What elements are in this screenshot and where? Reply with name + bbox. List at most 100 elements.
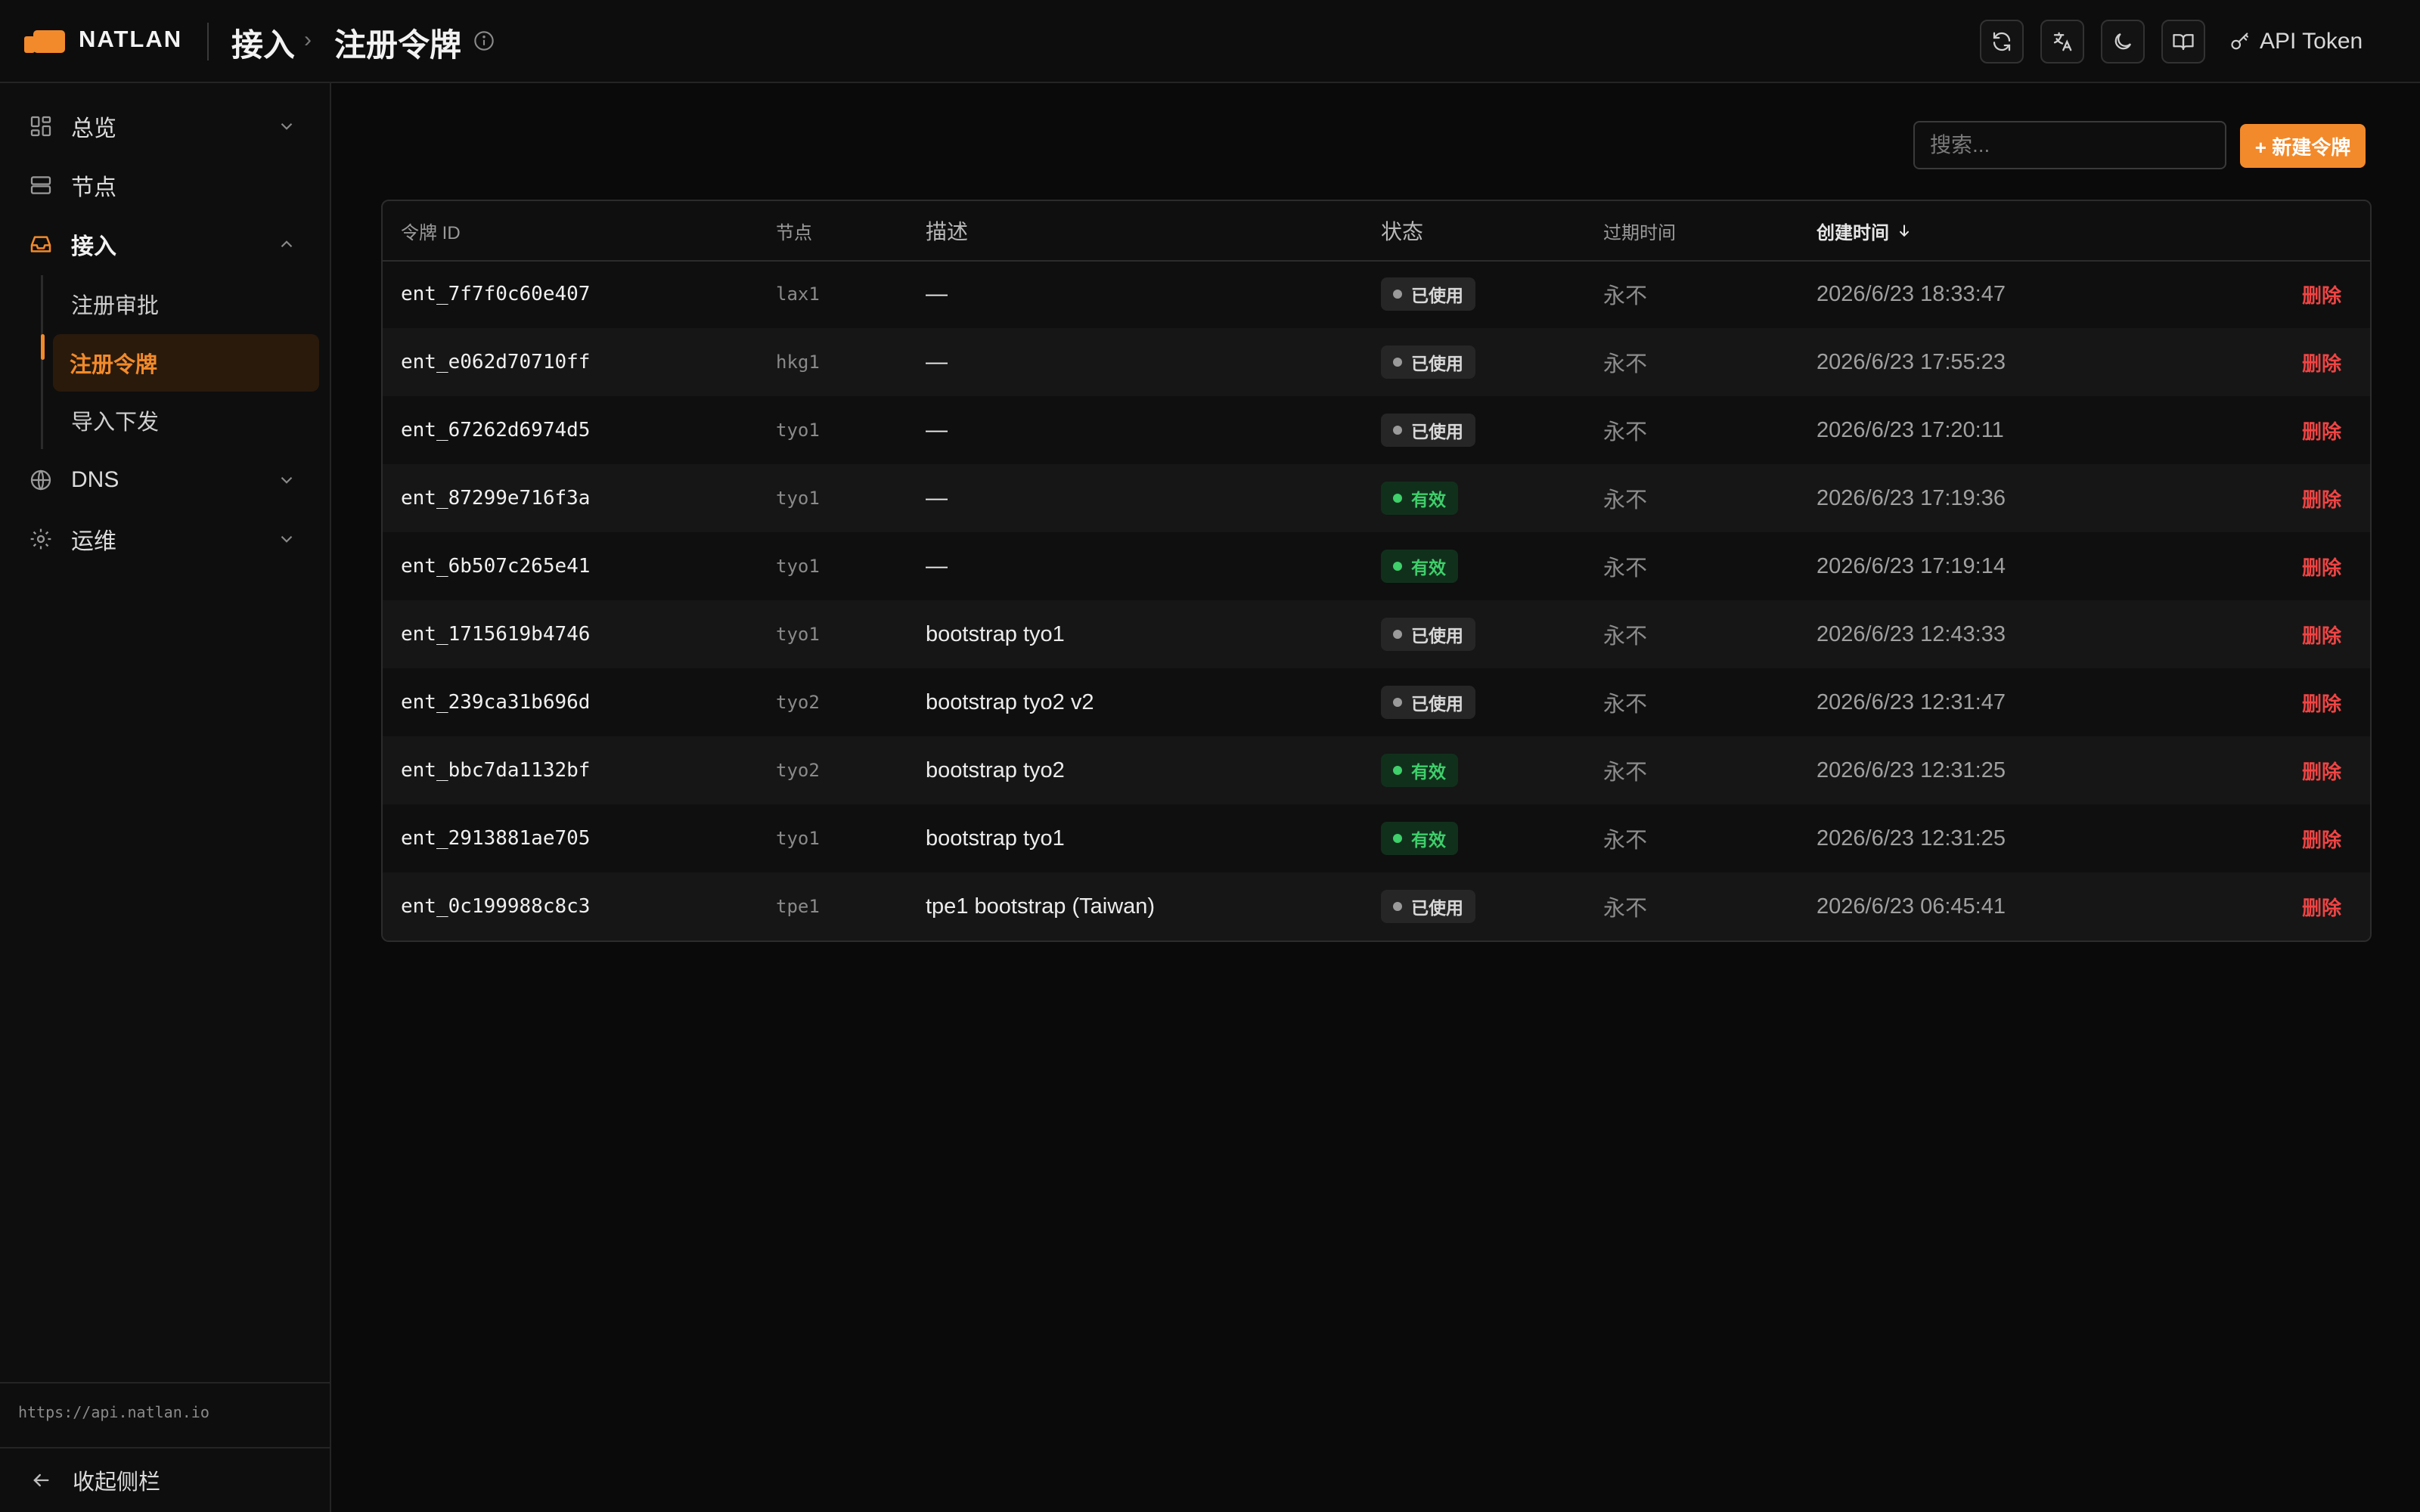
status-dot-icon — [1393, 494, 1402, 503]
created-at: 2026/6/23 06:45:41 — [1817, 894, 2006, 919]
expires-at: 永不 — [1603, 761, 1648, 785]
docs-button[interactable] — [2161, 20, 2205, 64]
key-icon — [2231, 33, 2248, 50]
token-description: — — [926, 485, 948, 510]
language-button[interactable] — [2040, 20, 2084, 64]
moon-icon — [2114, 33, 2132, 50]
node-name: tyo2 — [776, 692, 820, 713]
sidebar-item-label: 总览 — [71, 116, 116, 141]
table-row[interactable]: ent_0c199988c8c3 tpe1 tpe1 bootstrap (Taiw… — [383, 872, 2370, 940]
translate-icon — [2053, 32, 2072, 51]
token-id: ent_6b507c265e41 — [401, 555, 591, 578]
column-header-description: 描述 — [926, 220, 969, 243]
collapse-sidebar-button[interactable]: 收起侧栏 — [0, 1447, 330, 1512]
status-badge: 已使用 — [1381, 277, 1475, 311]
status-badge: 有效 — [1381, 754, 1458, 787]
table-row[interactable]: ent_bbc7da1132bf tyo2 bootstrap tyo2 有效 永不 20… — [383, 736, 2370, 804]
delete-button[interactable]: 删除 — [2302, 668, 2341, 736]
status-dot-icon — [1393, 766, 1402, 775]
status-label: 有效 — [1411, 762, 1446, 782]
delete-button[interactable]: 删除 — [2302, 328, 2341, 396]
column-header-node: 节点 — [776, 222, 812, 243]
table-row[interactable]: ent_1715619b4746 tyo1 bootstrap tyo1 已使用 永不 2… — [383, 600, 2370, 668]
sidebar-subitem-registration-review[interactable]: 注册审批 — [54, 275, 319, 333]
status-label: 已使用 — [1411, 694, 1463, 714]
delete-button[interactable]: 删除 — [2302, 532, 2341, 600]
status-label: 有效 — [1411, 490, 1446, 510]
api-token-button[interactable]: API Token — [2229, 23, 2363, 60]
submenu-guide-line — [41, 275, 43, 449]
token-id: ent_67262d6974d5 — [401, 419, 591, 442]
status-label: 已使用 — [1411, 898, 1463, 918]
chevron-down-icon — [281, 122, 293, 130]
chevron-up-icon — [281, 240, 293, 248]
expires-at: 永不 — [1603, 556, 1648, 581]
delete-button[interactable]: 删除 — [2302, 736, 2341, 804]
delete-button[interactable]: 删除 — [2302, 396, 2341, 464]
refresh-button[interactable] — [1980, 20, 2024, 64]
info-icon[interactable] — [473, 30, 495, 51]
token-id: ent_0c199988c8c3 — [401, 895, 591, 918]
status-cell: 已使用 — [1381, 328, 1475, 396]
breadcrumb-parent[interactable]: 接入 — [231, 20, 295, 66]
collapse-sidebar-label: 收起侧栏 — [73, 1470, 161, 1495]
breadcrumb-separator: › — [304, 27, 312, 52]
status-dot-icon — [1393, 834, 1402, 843]
delete-button[interactable]: 删除 — [2302, 872, 2341, 940]
expires-at: 永不 — [1603, 420, 1648, 445]
status-cell: 已使用 — [1381, 872, 1475, 940]
column-header-created[interactable]: 创建时间 — [1817, 201, 1912, 260]
node-name: tyo1 — [776, 828, 820, 849]
column-header-created-label: 创建时间 — [1817, 222, 1889, 243]
table-header: 令牌 ID 节点 描述 状态 过期时间 创建时间 — [383, 201, 2370, 262]
created-at: 2026/6/23 17:19:36 — [1817, 485, 2006, 510]
token-description: tpe1 bootstrap (Taiwan) — [926, 894, 1156, 919]
status-cell: 已使用 — [1381, 396, 1475, 464]
theme-toggle-button[interactable] — [2101, 20, 2145, 64]
token-description: bootstrap tyo1 — [926, 621, 1065, 646]
new-token-button[interactable]: + 新建令牌 — [2240, 124, 2366, 168]
token-description: — — [926, 553, 948, 578]
table-row[interactable]: ent_2913881ae705 tyo1 bootstrap tyo1 有效 永不 20… — [383, 804, 2370, 872]
chevron-down-icon — [281, 535, 293, 543]
sidebar-item-label: DNS — [71, 467, 119, 492]
sidebar-item-ops[interactable]: 运维 — [17, 511, 319, 567]
table-row[interactable]: ent_239ca31b696d tyo2 bootstrap tyo2 v2 已使用… — [383, 668, 2370, 736]
sidebar-item-nodes[interactable]: 节点 — [17, 157, 319, 213]
status-badge: 已使用 — [1381, 686, 1475, 719]
delete-button[interactable]: 删除 — [2302, 600, 2341, 668]
node-name: tyo1 — [776, 556, 820, 577]
token-id: ent_87299e716f3a — [401, 487, 591, 510]
created-at: 2026/6/23 18:33:47 — [1817, 281, 2006, 306]
sidebar-item-access[interactable]: 接入 — [17, 216, 319, 272]
globe-icon — [30, 469, 51, 491]
status-dot-icon — [1393, 562, 1402, 571]
header-divider — [207, 23, 209, 60]
status-dot-icon — [1393, 902, 1402, 911]
table-row[interactable]: ent_87299e716f3a tyo1 — 有效 永不 2026/6/23 17:19… — [383, 464, 2370, 532]
table-row[interactable]: ent_67262d6974d5 tyo1 — 已使用 永不 2026/6/23 17:2… — [383, 396, 2370, 464]
node-name: tyo1 — [776, 420, 820, 441]
sidebar-subitem-registration-tokens[interactable]: 注册令牌 — [53, 334, 319, 392]
delete-button[interactable]: 删除 — [2302, 804, 2341, 872]
status-cell: 有效 — [1381, 532, 1458, 600]
sort-desc-arrow-icon — [1900, 225, 1909, 237]
book-open-icon — [2173, 34, 2194, 51]
status-label: 已使用 — [1411, 422, 1463, 442]
sidebar-item-dns[interactable]: DNS — [17, 452, 319, 508]
status-badge: 已使用 — [1381, 890, 1475, 923]
sidebar-subitem-import-deploy[interactable]: 导入下发 — [54, 392, 319, 449]
search-input[interactable] — [1913, 121, 2226, 169]
status-dot-icon — [1393, 630, 1402, 639]
token-description: — — [926, 417, 948, 442]
delete-button[interactable]: 删除 — [2302, 260, 2341, 328]
table-row[interactable]: ent_7f7f0c60e407 lax1 — 已使用 永不 2026/6/23 18:3… — [383, 260, 2370, 328]
table-row[interactable]: ent_6b507c265e41 tyo1 — 有效 永不 2026/6/23 17:19… — [383, 532, 2370, 600]
table-row[interactable]: ent_e062d70710ff hkg1 — 已使用 永不 2026/6/23 17:5… — [383, 328, 2370, 396]
created-at: 2026/6/23 12:31:25 — [1817, 758, 2006, 782]
delete-button[interactable]: 删除 — [2302, 464, 2341, 532]
expires-at: 永不 — [1603, 692, 1648, 717]
expires-at: 永不 — [1603, 624, 1648, 649]
sidebar-item-overview[interactable]: 总览 — [17, 98, 319, 154]
arrow-left-icon — [33, 1473, 49, 1487]
